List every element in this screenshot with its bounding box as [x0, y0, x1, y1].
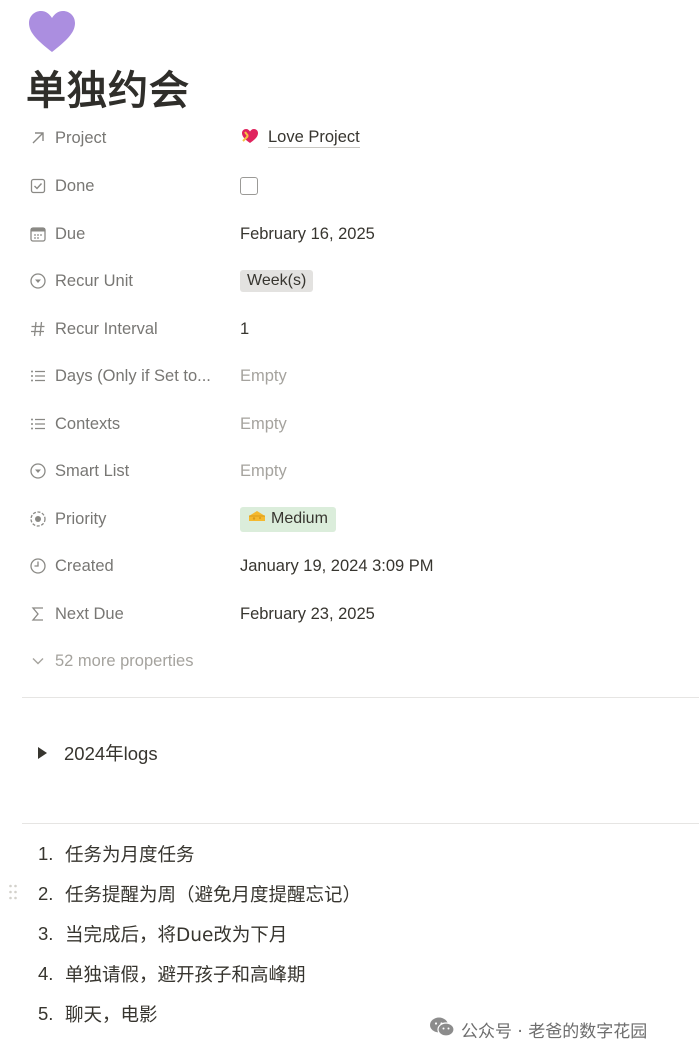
sigma-icon [28, 604, 48, 624]
watermark-text: 公众号 · 老爸的数字花园 [461, 1022, 648, 1042]
list-item[interactable]: 1. 任务为月度任务 [38, 838, 195, 870]
divider [22, 697, 699, 698]
priority-label: Medium [271, 510, 328, 527]
property-done[interactable]: Done [28, 166, 699, 206]
more-properties-toggle[interactable]: 52 more properties [28, 641, 699, 681]
property-label: Contexts [55, 414, 121, 433]
created-value[interactable]: January 19, 2024 3:09 PM [240, 546, 434, 586]
property-recur-unit[interactable]: Recur Unit Week(s) [28, 261, 699, 301]
done-checkbox[interactable] [240, 177, 258, 195]
list-number: 2. [38, 883, 54, 904]
calendar-icon [28, 224, 48, 244]
arrow-up-right-icon [28, 128, 48, 148]
hash-icon [28, 319, 48, 339]
property-contexts[interactable]: Contexts Empty [28, 404, 699, 444]
toggle-arrow-icon[interactable] [38, 747, 47, 759]
watermark: 公众号 · 老爸的数字花园 [429, 1016, 647, 1043]
list-text: 聊天，电影 [65, 1005, 158, 1026]
select-icon [28, 271, 48, 291]
more-properties-label: 52 more properties [55, 651, 194, 670]
purple-heart-icon[interactable] [28, 10, 76, 54]
list-item[interactable]: 5. 聊天，电影 [38, 998, 158, 1030]
property-label: Days (Only if Set to... [55, 366, 211, 385]
list-number: 5. [38, 1003, 54, 1024]
list-text: 任务提醒为周（避免月度提醒忘记） [65, 885, 362, 906]
list-text: 当完成后，将Due改为下月 [65, 925, 288, 946]
list-number: 3. [38, 923, 54, 944]
property-recur-interval[interactable]: Recur Interval 1 [28, 309, 699, 349]
property-next-due[interactable]: Next Due February 23, 2025 [28, 594, 699, 634]
days-value[interactable]: Empty [240, 356, 287, 396]
list-item[interactable]: 2. 任务提醒为周（避免月度提醒忘记） [38, 878, 361, 910]
clock-icon [28, 556, 48, 576]
list-text: 任务为月度任务 [65, 845, 195, 866]
property-label: Done [55, 176, 95, 195]
list-text: 单独请假，避开孩子和高峰期 [65, 965, 306, 986]
toggle-label: 2024年logs [64, 743, 158, 764]
property-due[interactable]: Due February 16, 2025 [28, 214, 699, 254]
list-item[interactable]: 4. 单独请假，避开孩子和高峰期 [38, 958, 306, 990]
property-smart-list[interactable]: Smart List Empty [28, 451, 699, 491]
property-project[interactable]: Project Love Project [28, 118, 699, 158]
contexts-value[interactable]: Empty [240, 404, 287, 444]
property-label: Created [55, 556, 114, 575]
select-icon [28, 461, 48, 481]
toggle-block-2024-logs[interactable]: 2024年logs [38, 740, 158, 766]
priority-tag[interactable]: Medium [240, 506, 336, 532]
property-label: Priority [55, 509, 107, 528]
property-created[interactable]: Created January 19, 2024 3:09 PM [28, 546, 699, 586]
relation-label: Love Project [268, 128, 360, 149]
next-due-value[interactable]: February 23, 2025 [240, 594, 375, 634]
property-label: Smart List [55, 461, 130, 480]
wechat-icon [429, 1016, 455, 1043]
property-label: Next Due [55, 604, 124, 623]
project-relation-link[interactable]: Love Project [240, 126, 360, 151]
list-item[interactable]: 3. 当完成后，将Due改为下月 [38, 918, 287, 950]
smart-list-value[interactable]: Empty [240, 451, 287, 491]
property-label: Due [55, 224, 86, 243]
divider [22, 823, 699, 824]
recur-unit-tag[interactable]: Week(s) [240, 270, 314, 292]
list-number: 1. [38, 843, 54, 864]
property-days[interactable]: Days (Only if Set to... Empty [28, 356, 699, 396]
status-icon [28, 509, 48, 529]
due-date-value[interactable]: February 16, 2025 [240, 214, 375, 254]
cheese-icon [248, 509, 266, 530]
drag-handle-icon[interactable] [8, 883, 18, 901]
chevron-down-icon [28, 651, 48, 671]
recur-interval-value[interactable]: 1 [240, 309, 249, 349]
list-icon [28, 366, 48, 386]
property-label: Project [55, 128, 107, 147]
checkbox-icon [28, 176, 48, 196]
property-label: Recur Interval [55, 319, 158, 338]
heart-ribbon-icon [240, 126, 260, 151]
property-priority[interactable]: Priority Medium [28, 499, 699, 539]
page-title[interactable]: 单独约会 [26, 58, 190, 116]
list-icon [28, 414, 48, 434]
property-label: Recur Unit [55, 271, 133, 290]
list-number: 4. [38, 963, 54, 984]
